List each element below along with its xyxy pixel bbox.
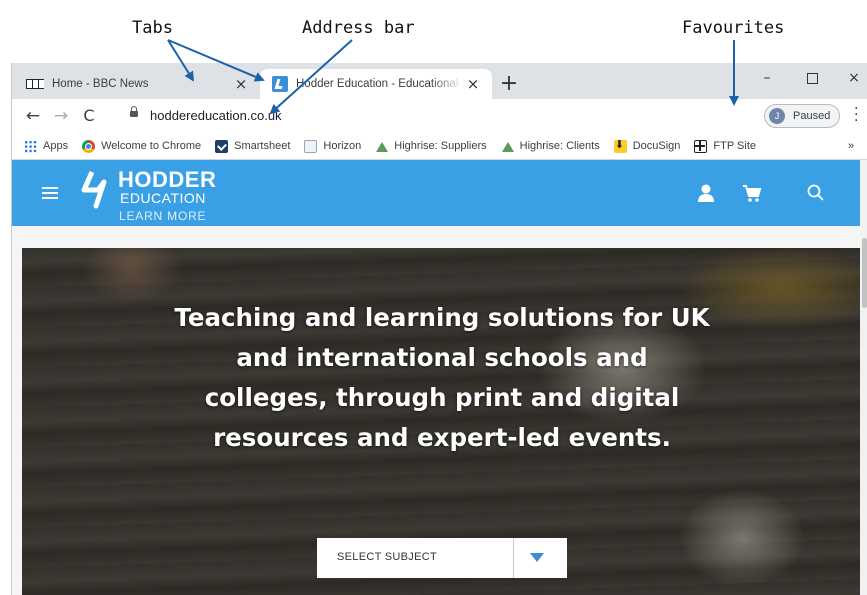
highrise-icon bbox=[375, 140, 389, 153]
close-icon[interactable]: × bbox=[232, 75, 250, 93]
hodder-icon bbox=[272, 76, 288, 92]
hero-heading: Teaching and learning solutions for UK a… bbox=[174, 303, 710, 452]
maximize-icon bbox=[806, 72, 818, 84]
tab-title: Hodder Education - Educational R bbox=[296, 78, 464, 90]
bookmark-ftp-site[interactable]: FTP Site bbox=[694, 135, 756, 157]
tab-hodder-education[interactable]: Hodder Education - Educational R × bbox=[260, 69, 492, 99]
smartsheet-icon bbox=[215, 139, 229, 153]
address-bar[interactable]: hoddereducation.co.uk ☆ bbox=[108, 103, 836, 129]
highrise-icon bbox=[501, 140, 514, 153]
apps-grid-icon bbox=[24, 139, 37, 153]
more-bookmarks-icon[interactable]: » bbox=[848, 140, 854, 152]
hero-banner: Teaching and learning solutions for UK a… bbox=[22, 248, 860, 595]
bookmark-smartsheet[interactable]: Smartsheet bbox=[215, 135, 290, 157]
close-icon[interactable]: × bbox=[464, 75, 482, 93]
forward-arrow-icon[interactable]: → bbox=[50, 105, 72, 127]
tab-strip: Home - BBC News × Hodder Education - Edu… bbox=[12, 63, 867, 99]
divider bbox=[513, 538, 514, 578]
minimize-button[interactable]: – bbox=[747, 67, 787, 89]
bookmark-label: Horizon bbox=[323, 140, 362, 152]
site-header: HODDER EDUCATION LEARN MORE bbox=[12, 160, 860, 226]
docusign-icon bbox=[613, 138, 627, 153]
bookmark-label: DocuSign bbox=[632, 140, 681, 152]
scrollbar[interactable] bbox=[860, 160, 867, 595]
tab-bbc-news[interactable]: Home - BBC News × bbox=[12, 69, 260, 99]
horizon-icon bbox=[304, 139, 318, 153]
url-text[interactable]: hoddereducation.co.uk bbox=[150, 108, 282, 123]
bookmark-label: Highrise: Suppliers bbox=[394, 140, 487, 152]
annotation-tabs: Tabs bbox=[132, 18, 173, 38]
bookmark-welcome-to-chrome[interactable]: Welcome to Chrome bbox=[82, 135, 201, 157]
profile-button[interactable]: J Paused bbox=[764, 104, 840, 128]
bookmark-highrise-suppliers[interactable]: Highrise: Suppliers bbox=[375, 135, 487, 157]
user-icon[interactable] bbox=[696, 183, 716, 203]
hamburger-menu-icon[interactable] bbox=[42, 187, 58, 199]
annotation-favourites: Favourites bbox=[682, 18, 785, 38]
ftp-grid-icon bbox=[694, 139, 708, 153]
close-window-button[interactable]: × bbox=[834, 67, 867, 89]
select-subject-dropdown[interactable]: SELECT SUBJECT bbox=[317, 538, 567, 578]
lock-icon bbox=[130, 106, 138, 117]
select-subject-label: SELECT SUBJECT bbox=[337, 551, 437, 563]
bbc-icon bbox=[26, 79, 44, 89]
toolbar: ← → C hoddereducation.co.uk ☆ J Paused ·… bbox=[12, 99, 867, 133]
learn-more-link[interactable]: LEARN MORE bbox=[119, 209, 206, 223]
scrollbar-thumb[interactable] bbox=[862, 238, 867, 308]
bookmark-label: Highrise: Clients bbox=[519, 140, 600, 152]
page-viewport: HODDER EDUCATION LEARN MORE Teaching and… bbox=[12, 160, 867, 595]
bookmark-label: Welcome to Chrome bbox=[101, 140, 202, 152]
cart-icon[interactable] bbox=[742, 183, 762, 203]
browser-window: Home - BBC News × Hodder Education - Edu… bbox=[11, 63, 867, 595]
search-icon[interactable] bbox=[806, 183, 826, 203]
kebab-menu-icon[interactable]: · · · bbox=[854, 102, 860, 128]
new-tab-button[interactable]: + bbox=[498, 73, 520, 96]
bookmark-horizon[interactable]: Horizon bbox=[304, 135, 361, 157]
chrome-icon bbox=[82, 139, 96, 153]
bookmark-docusign[interactable]: DocuSign bbox=[613, 135, 681, 157]
maximize-button[interactable] bbox=[792, 67, 832, 89]
bookmark-label: Apps bbox=[43, 140, 69, 152]
reload-icon[interactable]: C bbox=[78, 105, 100, 127]
logo-subtitle[interactable]: EDUCATION bbox=[120, 190, 206, 206]
bookmark-label: FTP Site bbox=[713, 140, 757, 152]
back-arrow-icon[interactable]: ← bbox=[22, 105, 44, 127]
profile-status: Paused bbox=[793, 110, 831, 122]
bookmarks-bar: Apps Welcome to Chrome Smartsheet Horizo… bbox=[12, 133, 867, 160]
bookmark-apps[interactable]: Apps bbox=[24, 135, 68, 157]
avatar: J bbox=[769, 108, 785, 124]
tab-title: Home - BBC News bbox=[52, 78, 149, 90]
annotation-address-bar: Address bar bbox=[302, 18, 415, 38]
bookmark-highrise-clients[interactable]: Highrise: Clients bbox=[501, 135, 600, 157]
hodder-logo-icon[interactable] bbox=[78, 170, 114, 210]
bookmark-label: Smartsheet bbox=[234, 140, 291, 152]
chevron-down-icon[interactable] bbox=[530, 553, 544, 562]
